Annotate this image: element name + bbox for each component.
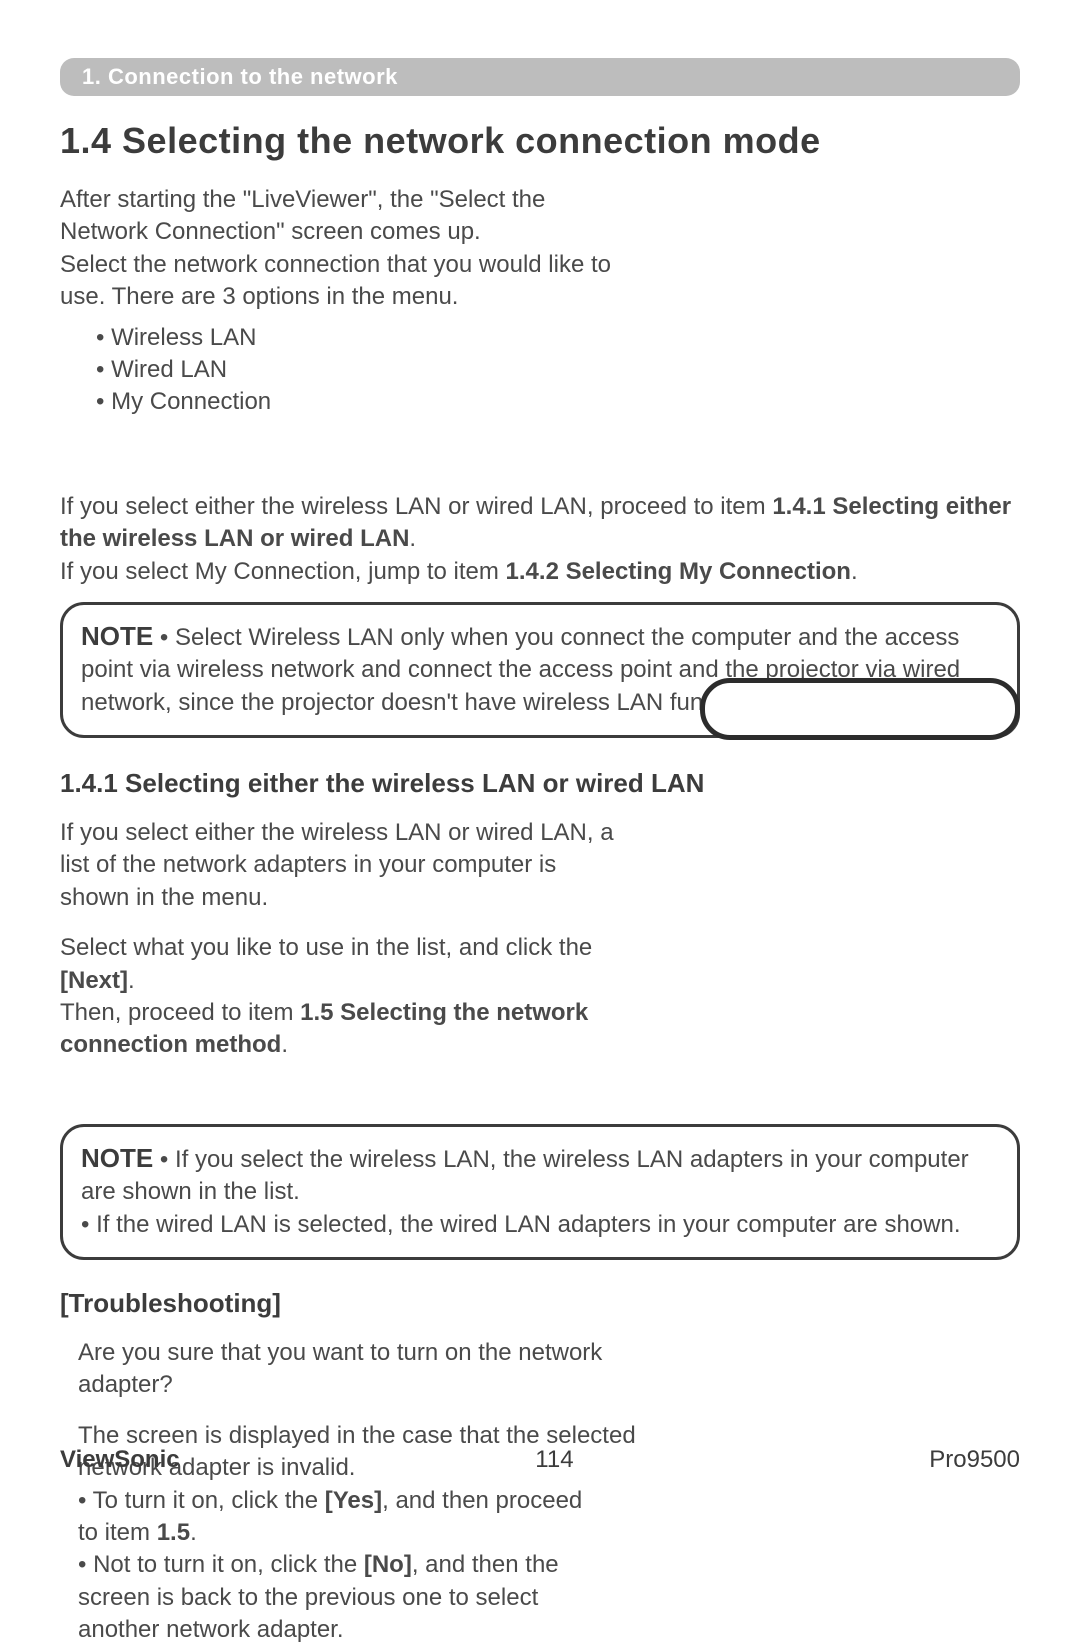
sel-l2b: 1.4.2 Selecting My Connection — [506, 558, 851, 585]
trouble-question: Are you sure that you want to turn on th… — [78, 1337, 638, 1402]
page-title: 1.4 Selecting the network connection mod… — [60, 120, 1020, 162]
tb1a: • To turn it on, click the — [78, 1487, 325, 1514]
footer-model: Pro9500 — [929, 1446, 1020, 1474]
trouble-body: Are you sure that you want to turn on th… — [78, 1337, 638, 1647]
tb2b: [No] — [364, 1551, 412, 1578]
note2-b2: • If the wired LAN is selected, the wire… — [81, 1211, 961, 1238]
tb2a: • Not to turn it on, click the — [78, 1551, 364, 1578]
breadcrumb-bar: 1. Connection to the network — [60, 58, 1020, 96]
trouble-b1: • To turn it on, click the [Yes], and th… — [78, 1485, 638, 1550]
troubleshooting-heading: [Troubleshooting] — [60, 1288, 1020, 1319]
sub141-p1: If you select either the wireless LAN or… — [60, 817, 620, 914]
sel-l1a: If you select either the wireless LAN or… — [60, 493, 772, 520]
sel-l2c: . — [851, 558, 858, 585]
page-footer: ViewSonic 114 Pro9500 — [60, 1446, 1020, 1474]
option-wireless-lan: • Wireless LAN — [96, 322, 620, 354]
breadcrumb-text: 1. Connection to the network — [82, 64, 398, 89]
tb1f: . — [190, 1519, 197, 1546]
footer-brand: ViewSonic — [60, 1446, 180, 1474]
tb2d: screen is back to the previous one to se… — [78, 1584, 538, 1611]
intro-p1: After starting the "LiveViewer", the "Se… — [60, 184, 620, 249]
sel-l2a: If you select My Connection, jump to ite… — [60, 558, 506, 585]
tb2c: , and then the — [412, 1551, 559, 1578]
tb1b: [Yes] — [325, 1487, 382, 1514]
subheading-141: 1.4.1 Selecting either the wireless LAN … — [60, 768, 1020, 799]
tb2e: another network adapter. — [78, 1616, 344, 1643]
intro-options: • Wireless LAN • Wired LAN • My Connecti… — [96, 322, 620, 419]
sub141-p2c: . — [128, 967, 135, 994]
option-wired-lan: • Wired LAN — [96, 354, 620, 386]
footer-page-number: 114 — [535, 1446, 573, 1474]
sub141-p3a: Then, proceed to item — [60, 999, 300, 1026]
sub141-body: If you select either the wireless LAN or… — [60, 817, 620, 1062]
intro-p2: Select the network connection that you w… — [60, 249, 620, 314]
tb1e: 1.5 — [157, 1519, 190, 1546]
sub141-p2: Select what you like to use in the list,… — [60, 932, 620, 997]
note-box-2: NOTE • If you select the wireless LAN, t… — [60, 1124, 1020, 1260]
note2-label: NOTE — [81, 1143, 153, 1173]
tb1d: to item — [78, 1519, 157, 1546]
sub141-p3: Then, proceed to item 1.5 Selecting the … — [60, 997, 620, 1062]
sub141-p2a: Select what you like to use in the list,… — [60, 934, 592, 961]
intro-block: After starting the "LiveViewer", the "Se… — [60, 184, 620, 419]
note2-b1: • If you select the wireless LAN, the wi… — [81, 1146, 969, 1205]
image-placeholder-box — [700, 678, 1020, 740]
option-my-connection: • My Connection — [96, 386, 620, 418]
tb1c: , and then proceed — [382, 1487, 582, 1514]
sub141-p2b: [Next] — [60, 967, 128, 994]
note1-label: NOTE — [81, 621, 153, 651]
trouble-b2: • Not to turn it on, click the [No], and… — [78, 1549, 638, 1646]
sel-l1c: . — [409, 525, 416, 552]
sub141-p3c: . — [281, 1031, 288, 1058]
selection-paragraph: If you select either the wireless LAN or… — [60, 491, 1020, 588]
